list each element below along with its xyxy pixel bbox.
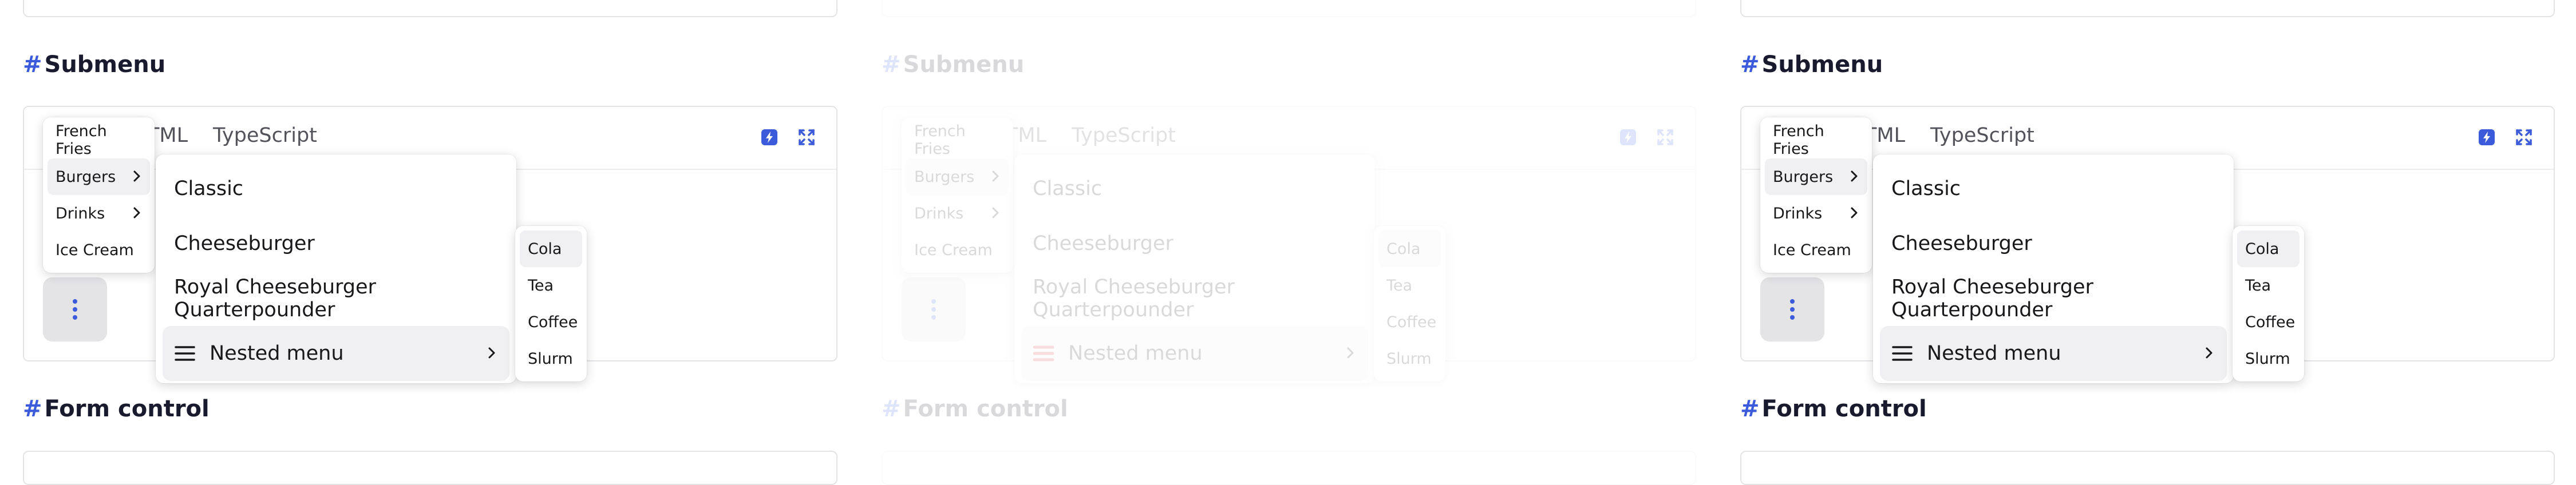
- anchor-hash[interactable]: #: [1740, 396, 1760, 422]
- section-heading-form-control: # Form control: [23, 396, 210, 422]
- section-heading-form-control: # Form control: [1740, 396, 1927, 422]
- menu-item-ice-cream[interactable]: Ice Cream: [48, 232, 150, 268]
- anchor-hash[interactable]: #: [882, 396, 901, 422]
- next-demo-card: [882, 451, 1696, 485]
- menu-item-cheeseburger[interactable]: Cheeseburger: [1021, 216, 1368, 271]
- dropdown-menu-level-3: Cola Tea Coffee Slurm: [1374, 226, 1445, 381]
- menu-item-burgers[interactable]: Burgers: [1765, 158, 1867, 195]
- dropdown-menu-level-1: French Fries Burgers Drinks Ice Cream: [1760, 117, 1872, 273]
- hamburger-icon: [174, 345, 196, 362]
- menu-item-royal-cheeseburger[interactable]: Royal Cheeseburger Quarterpounder: [1880, 271, 2227, 326]
- fullscreen-icon[interactable]: [2514, 128, 2534, 147]
- chevron-right-icon: [133, 207, 140, 218]
- menu-item-coffee[interactable]: Coffee: [2237, 304, 2300, 340]
- menu-item-cheeseburger[interactable]: Cheeseburger: [163, 216, 509, 271]
- hamburger-icon: [1891, 345, 1913, 362]
- menu-item-french-fries[interactable]: French Fries: [48, 122, 150, 158]
- menu-item-tea[interactable]: Tea: [2237, 267, 2300, 304]
- section-title: Form control: [903, 396, 1068, 422]
- menu-item-drinks[interactable]: Drinks: [906, 195, 1009, 232]
- menu-item-coffee[interactable]: Coffee: [1378, 304, 1441, 340]
- menu-item-cola[interactable]: Cola: [520, 230, 582, 267]
- stackblitz-icon[interactable]: [2477, 128, 2496, 147]
- stackblitz-icon[interactable]: [760, 128, 779, 147]
- kebab-icon: [931, 299, 936, 320]
- chevron-right-icon: [1347, 347, 1354, 359]
- menu-item-tea[interactable]: Tea: [1378, 267, 1441, 304]
- menu-item-ice-cream[interactable]: Ice Cream: [906, 232, 1009, 268]
- anchor-hash[interactable]: #: [1740, 51, 1760, 78]
- previous-demo-card: [1740, 0, 2555, 17]
- chevron-right-icon: [2206, 347, 2212, 359]
- section-title: Form control: [1761, 396, 1927, 422]
- section-title: Submenu: [44, 51, 166, 78]
- menu-item-coffee[interactable]: Coffee: [520, 304, 582, 340]
- menu-item-burgers[interactable]: Burgers: [906, 158, 1009, 195]
- menu-item-cola[interactable]: Cola: [2237, 230, 2300, 267]
- menu-item-slurm[interactable]: Slurm: [1378, 340, 1441, 377]
- section-heading-submenu: # Submenu: [882, 51, 1024, 78]
- preview-frame-3: # Submenu TML TypeScript French Fries Bu…: [1717, 0, 2576, 485]
- chevron-right-icon: [992, 207, 999, 218]
- anchor-hash[interactable]: #: [23, 396, 42, 422]
- dropdown-menu-level-1: French Fries Burgers Drinks Ice Cream: [43, 117, 155, 273]
- menu-item-classic[interactable]: Classic: [163, 161, 509, 216]
- more-options-button[interactable]: [902, 277, 966, 341]
- section-title: Submenu: [1761, 51, 1883, 78]
- menu-item-cola[interactable]: Cola: [1378, 230, 1441, 267]
- dropdown-menu-level-2: Classic Cheeseburger Royal Cheeseburger …: [1014, 154, 1375, 383]
- menu-item-french-fries[interactable]: French Fries: [1765, 122, 1867, 158]
- menu-item-slurm[interactable]: Slurm: [2237, 340, 2300, 377]
- menu-item-nested-menu[interactable]: Nested menu: [163, 326, 509, 381]
- chevron-right-icon: [1851, 170, 1858, 182]
- menu-item-drinks[interactable]: Drinks: [1765, 195, 1867, 232]
- tab-typescript[interactable]: TypeScript: [1930, 124, 2034, 147]
- next-demo-card: [1740, 451, 2555, 485]
- menu-item-royal-cheeseburger[interactable]: Royal Cheeseburger Quarterpounder: [163, 271, 509, 326]
- fullscreen-icon[interactable]: [797, 128, 816, 147]
- menu-item-nested-menu[interactable]: Nested menu: [1880, 326, 2227, 381]
- menu-item-slurm[interactable]: Slurm: [520, 340, 582, 377]
- preview-frame-2-faded: # Submenu TML TypeScript French Fries Bu…: [859, 0, 1717, 485]
- section-heading-form-control: # Form control: [882, 396, 1068, 422]
- fullscreen-icon[interactable]: [1656, 128, 1675, 147]
- chevron-right-icon: [1851, 207, 1858, 218]
- previous-demo-card: [23, 0, 837, 17]
- anchor-hash[interactable]: #: [882, 51, 901, 78]
- section-title: Submenu: [903, 51, 1025, 78]
- hamburger-icon: [1033, 345, 1054, 362]
- section-heading-submenu: # Submenu: [23, 51, 165, 78]
- menu-item-royal-cheeseburger[interactable]: Royal Cheeseburger Quarterpounder: [1021, 271, 1368, 326]
- menu-item-cheeseburger[interactable]: Cheeseburger: [1880, 216, 2227, 271]
- menu-item-tea[interactable]: Tea: [520, 267, 582, 304]
- dropdown-menu-level-1: French Fries Burgers Drinks Ice Cream: [902, 117, 1013, 273]
- menu-item-ice-cream[interactable]: Ice Cream: [1765, 232, 1867, 268]
- anchor-hash[interactable]: #: [23, 51, 42, 78]
- dropdown-menu-level-3: Cola Tea Coffee Slurm: [515, 226, 587, 381]
- menu-item-classic[interactable]: Classic: [1880, 161, 2227, 216]
- menu-item-burgers[interactable]: Burgers: [48, 158, 150, 195]
- kebab-icon: [73, 299, 77, 320]
- chevron-right-icon: [488, 347, 495, 359]
- more-options-button[interactable]: [43, 277, 107, 341]
- menu-item-french-fries[interactable]: French Fries: [906, 122, 1009, 158]
- menu-item-classic[interactable]: Classic: [1021, 161, 1368, 216]
- section-heading-submenu: # Submenu: [1740, 51, 1883, 78]
- tab-typescript[interactable]: TypeScript: [213, 124, 317, 147]
- dropdown-menu-level-2: Classic Cheeseburger Royal Cheeseburger …: [156, 154, 516, 383]
- menu-item-drinks[interactable]: Drinks: [48, 195, 150, 232]
- more-options-button[interactable]: [1760, 277, 1824, 341]
- previous-demo-card: [882, 0, 1696, 17]
- kebab-icon: [1790, 299, 1795, 320]
- chevron-right-icon: [992, 170, 999, 182]
- chevron-right-icon: [133, 170, 140, 182]
- stackblitz-icon[interactable]: [1618, 128, 1638, 147]
- section-title: Form control: [44, 396, 210, 422]
- tab-typescript[interactable]: TypeScript: [1072, 124, 1176, 147]
- next-demo-card: [23, 451, 837, 485]
- dropdown-menu-level-2: Classic Cheeseburger Royal Cheeseburger …: [1873, 154, 2234, 383]
- menu-item-nested-menu[interactable]: Nested menu: [1021, 326, 1368, 381]
- dropdown-menu-level-3: Cola Tea Coffee Slurm: [2233, 226, 2304, 381]
- preview-frame-1: # Submenu TML TypeScript French Fries Bu…: [0, 0, 859, 485]
